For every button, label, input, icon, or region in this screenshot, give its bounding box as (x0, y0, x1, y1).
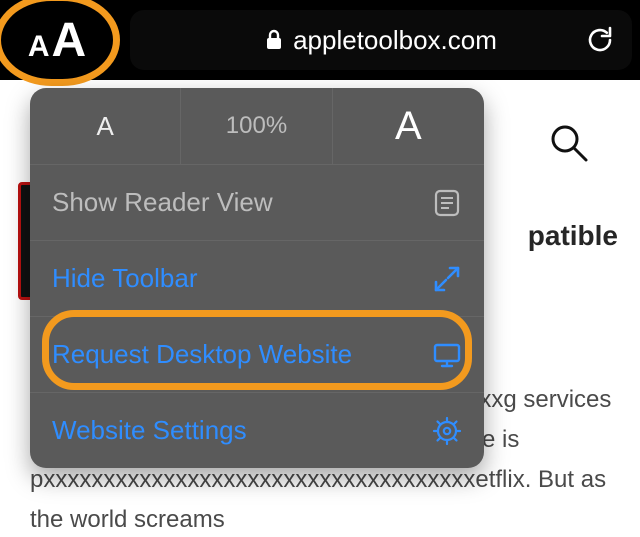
zoom-out-button[interactable]: A (30, 88, 181, 164)
article-headline-fragment: patible (528, 220, 618, 252)
aa-big-glyph: A (52, 13, 87, 68)
zoom-percent-label: 100% (226, 112, 287, 140)
zoom-out-label: A (96, 111, 113, 142)
hide-toolbar-item[interactable]: Hide Toolbar (30, 240, 484, 316)
website-settings-item[interactable]: Website Settings (30, 392, 484, 468)
text-size-button[interactable]: A A (0, 0, 120, 86)
zoom-row: A 100% A (30, 88, 484, 164)
zoom-in-button[interactable]: A (333, 88, 484, 164)
aa-small-glyph: A (28, 30, 50, 64)
reader-icon (432, 188, 462, 218)
url-bar: A A appletoolbox.com (0, 0, 640, 80)
gear-icon (432, 416, 462, 446)
search-icon[interactable] (548, 122, 590, 164)
zoom-level-button[interactable]: 100% (181, 88, 332, 164)
url-domain: appletoolbox.com (293, 25, 497, 56)
desktop-icon (432, 340, 462, 370)
show-reader-view-label: Show Reader View (52, 187, 273, 218)
request-desktop-website-label: Request Desktop Website (52, 339, 352, 370)
expand-icon (432, 264, 462, 294)
aa-popover-menu: A 100% A Show Reader View Hide Toolbar R… (30, 88, 484, 468)
website-settings-label: Website Settings (52, 415, 247, 446)
reload-icon[interactable] (584, 24, 616, 56)
hide-toolbar-label: Hide Toolbar (52, 263, 198, 294)
address-field[interactable]: appletoolbox.com (130, 10, 632, 70)
lock-icon (265, 29, 283, 51)
zoom-in-label: A (395, 104, 422, 149)
show-reader-view-item[interactable]: Show Reader View (30, 164, 484, 240)
request-desktop-website-item[interactable]: Request Desktop Website (30, 316, 484, 392)
